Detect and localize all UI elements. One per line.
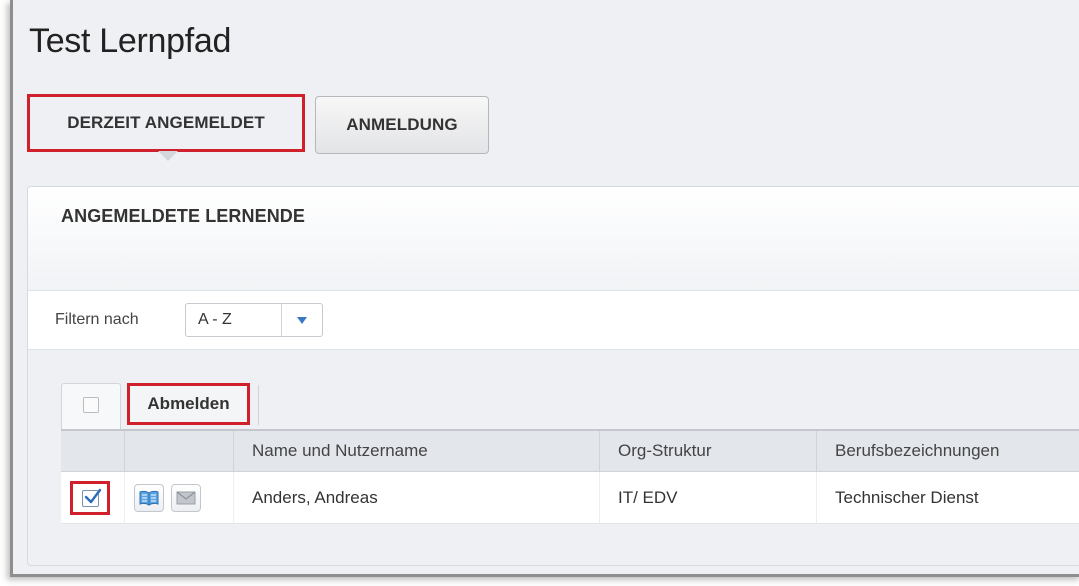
column-header-job[interactable]: Berufsbezeichnungen (817, 431, 1079, 471)
select-all-cell (61, 383, 121, 429)
learner-name[interactable]: Anders, Andreas (234, 472, 600, 523)
toolbar-separator (258, 385, 259, 425)
column-header-select (61, 431, 125, 471)
row-checkbox-highlight (70, 481, 110, 515)
learner-job: Technischer Dienst (835, 488, 979, 507)
book-icon[interactable] (134, 484, 164, 512)
page-title: Test Lernpfad (29, 22, 232, 60)
tab-label: ANMELDUNG (346, 115, 458, 134)
tab-label: DERZEIT ANGEMELDET (67, 113, 265, 132)
filter-row: Filtern nach A - Z (28, 291, 1079, 350)
grid-toolbar: Abmelden (61, 383, 1079, 431)
filter-select[interactable]: A - Z (185, 303, 323, 337)
column-header-name[interactable]: Name und Nutzername (234, 431, 600, 471)
chevron-down-icon[interactable] (297, 317, 307, 324)
active-tab-pointer (158, 151, 178, 161)
panel-header: ANGEMELDETE LERNENDE (28, 187, 1079, 291)
tab-derzeit-angemeldet[interactable]: DERZEIT ANGEMELDET (27, 94, 305, 161)
app-window: Test Lernpfad DERZEIT ANGEMELDET ANMELDU… (10, 0, 1079, 577)
select-divider (281, 304, 282, 336)
mail-icon[interactable] (171, 484, 201, 512)
table-row: Anders, Andreas IT/ EDV Technischer Dien… (61, 472, 1079, 524)
row-checkbox[interactable] (82, 488, 102, 507)
panel-title: ANGEMELDETE LERNENDE (61, 206, 306, 226)
select-all-checkbox[interactable] (83, 397, 99, 413)
row-actions-cell (125, 472, 234, 523)
learner-org: IT/ EDV (600, 472, 817, 523)
tab-anmeldung[interactable]: ANMELDUNG (315, 96, 489, 154)
enrolled-learners-panel: ANGEMELDETE LERNENDE Filtern nach A - Z … (27, 186, 1079, 566)
filter-selected-value: A - Z (198, 311, 232, 328)
filter-label: Filtern nach (55, 311, 139, 328)
column-header-actions (125, 431, 234, 471)
row-select-cell (61, 472, 125, 523)
learner-grid: Abmelden Name und Nutzername Org-Struktu… (28, 350, 1079, 565)
column-header-org[interactable]: Org-Struktur (600, 431, 817, 471)
table-header: Name und Nutzername Org-Struktur Berufsb… (61, 431, 1079, 472)
abmelden-button[interactable]: Abmelden (127, 383, 250, 425)
checkmark-icon (84, 488, 102, 504)
